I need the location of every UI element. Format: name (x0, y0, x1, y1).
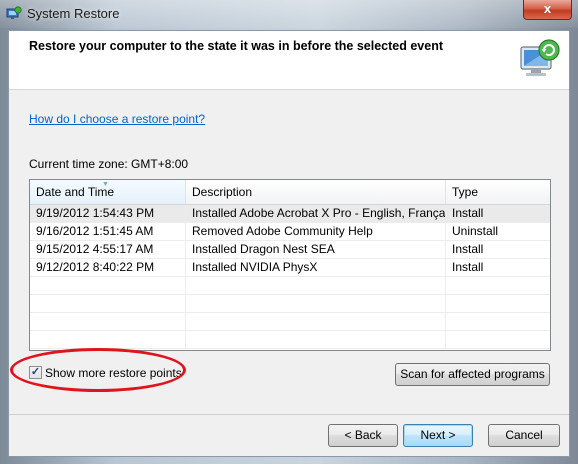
cell-type: Install (452, 206, 484, 220)
checkmark-icon: ✓ (30, 366, 41, 378)
column-header-type[interactable]: Type (446, 180, 550, 204)
cell-type: Uninstall (452, 224, 499, 238)
cell-description: Installed Dragon Nest SEA (186, 241, 446, 258)
cell-date: 9/12/2012 8:40:22 PM (30, 259, 186, 276)
cancel-button[interactable]: Cancel (488, 424, 560, 447)
help-link-choose-restore-point[interactable]: How do I choose a restore point? (29, 112, 205, 126)
header-band: Restore your computer to the state it wa… (9, 31, 569, 90)
cell-description: Removed Adobe Community Help (186, 223, 446, 240)
column-header-date-time[interactable]: ▼ Date and Time (30, 180, 186, 204)
close-icon: x (543, 1, 552, 16)
back-button[interactable]: < Back (328, 424, 398, 447)
dialog-client-area: Restore your computer to the state it wa… (8, 30, 570, 457)
cell-date: 9/16/2012 1:51:45 AM (30, 223, 186, 240)
column-header-label: Type (452, 185, 479, 199)
title-bar[interactable]: System Restore x (0, 0, 578, 28)
empty-row (30, 295, 550, 313)
timezone-label: Current time zone: GMT+8:00 (29, 157, 189, 171)
table-row[interactable]: 9/12/2012 8:40:22 PM Installed NVIDIA Ph… (30, 259, 550, 277)
cell-type: Install (452, 242, 484, 256)
restore-points-list[interactable]: ▼ Date and Time Description Type 9/19/20… (29, 179, 551, 351)
list-header: ▼ Date and Time Description Type (30, 180, 550, 205)
cell-type: Install (452, 260, 484, 274)
cell-description: Installed Adobe Acrobat X Pro - English,… (186, 205, 446, 222)
system-restore-small-icon (6, 6, 22, 19)
show-more-checkbox[interactable]: ✓ (29, 366, 42, 379)
table-row[interactable]: 9/15/2012 4:55:17 AM Installed Dragon Ne… (30, 241, 550, 259)
table-row[interactable]: 9/19/2012 1:54:43 PM Installed Adobe Acr… (30, 205, 550, 223)
next-button[interactable]: Next > (403, 424, 473, 447)
column-header-label: Description (192, 185, 253, 199)
system-restore-icon (520, 39, 560, 76)
cell-description: Installed NVIDIA PhysX (186, 259, 446, 276)
scan-affected-programs-button[interactable]: Scan for affected programs (395, 363, 550, 386)
cell-date: 9/15/2012 4:55:17 AM (30, 241, 186, 258)
window-title: System Restore (27, 6, 120, 21)
window-frame: System Restore x Restore your computer t… (0, 0, 578, 464)
table-row[interactable]: 9/16/2012 1:51:45 AM Removed Adobe Commu… (30, 223, 550, 241)
footer-separator (9, 414, 569, 415)
empty-row (30, 331, 550, 349)
empty-row (30, 313, 550, 331)
empty-row (30, 277, 550, 295)
show-more-label[interactable]: Show more restore points (45, 366, 182, 380)
page-heading: Restore your computer to the state it wa… (29, 39, 443, 53)
close-button[interactable]: x (523, 0, 572, 20)
cell-date: 9/19/2012 1:54:43 PM (30, 205, 186, 222)
column-header-description[interactable]: Description (186, 180, 446, 204)
sort-arrow-icon: ▼ (102, 181, 109, 188)
list-rows: 9/19/2012 1:54:43 PM Installed Adobe Acr… (30, 205, 550, 349)
